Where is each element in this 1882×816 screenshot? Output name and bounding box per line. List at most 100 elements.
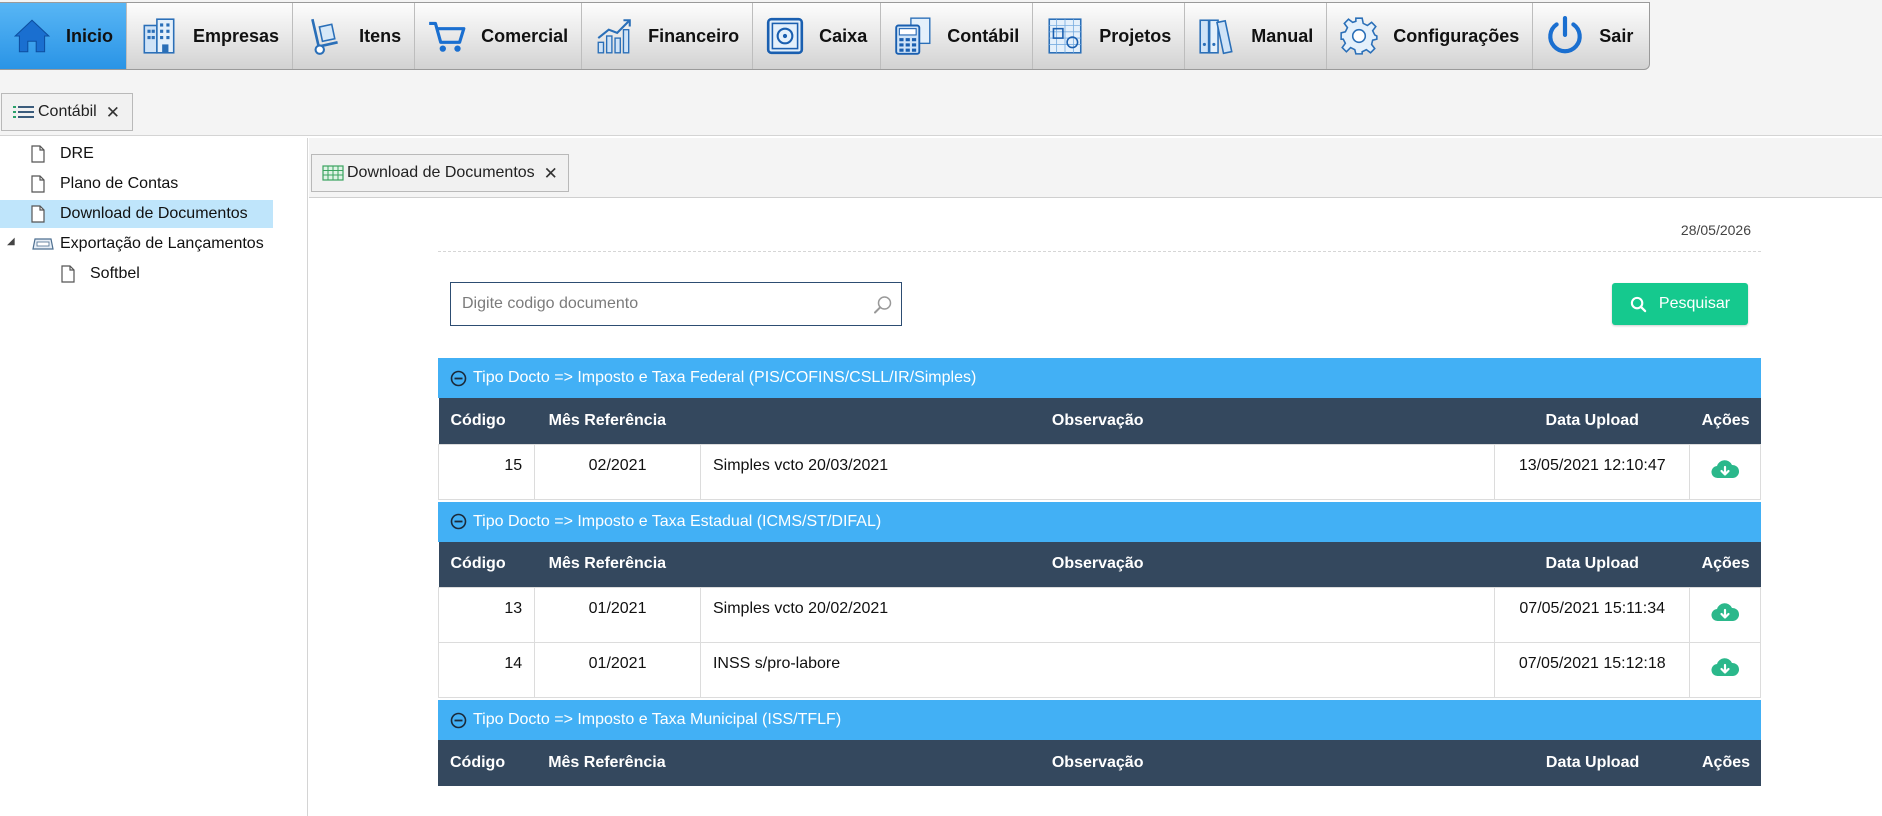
close-icon[interactable]: ✕ — [544, 165, 558, 182]
home-icon — [10, 14, 54, 58]
cloud-download-icon[interactable] — [1710, 656, 1740, 680]
bar-chart-icon — [592, 14, 636, 58]
column-header-data-upload[interactable]: Data Upload — [1495, 740, 1690, 786]
column-header-observacao[interactable]: Observação — [700, 541, 1495, 588]
search-button[interactable]: Pesquisar — [1612, 283, 1748, 325]
menu-item-projetos[interactable]: Projetos — [1033, 3, 1186, 69]
document-groups: Tipo Docto => Imposto e Taxa Federal (PI… — [437, 358, 1761, 786]
content-area: Download de Documentos ✕ 28/05/2026 Pesq… — [309, 138, 1882, 816]
tree-item-dre[interactable]: DRE — [30, 140, 100, 168]
expand-arrow-icon[interactable]: ◢ — [7, 236, 15, 247]
calculator-icon — [891, 14, 935, 58]
menu-label: Sair — [1599, 25, 1634, 46]
column-header-data-upload[interactable]: Data Upload — [1494, 398, 1690, 444]
menu-label: Financeiro — [648, 25, 740, 46]
tree-item-plano-de-contas[interactable]: Plano de Contas — [30, 170, 184, 198]
menu-item-comercial[interactable]: Comercial — [415, 3, 583, 69]
tree-item-label: Exportação de Lançamentos — [60, 235, 264, 252]
column-header-mes-referencia[interactable]: Mês Referência — [534, 740, 701, 786]
table-row[interactable]: 15 02/2021 Simples vcto 20/03/2021 13/05/20… — [437, 443, 1761, 500]
group-header[interactable]: Tipo Docto => Imposto e Taxa Estadual (I… — [438, 501, 1761, 542]
navigation-tree: DRE Plano de Contas Download de Document… — [0, 138, 308, 816]
download-button[interactable] — [1689, 443, 1761, 500]
menu-item-empresas[interactable]: Empresas — [127, 3, 294, 69]
document-icon — [31, 145, 45, 163]
column-header-acoes: Ações — [1689, 398, 1761, 444]
search-input[interactable] — [451, 283, 901, 325]
group-title: Tipo Docto => Imposto e Taxa Federal (PI… — [473, 369, 977, 386]
collapse-icon[interactable] — [450, 712, 467, 729]
tree-item-download-de-documentos[interactable]: Download de Documentos — [0, 200, 273, 228]
collapse-icon[interactable] — [450, 513, 467, 530]
tree-item-label: DRE — [60, 145, 94, 162]
group-title: Tipo Docto => Imposto e Taxa Estadual (I… — [473, 512, 882, 530]
column-header-acoes: Ações — [1690, 740, 1761, 786]
tab-contabil[interactable]: Contábil ✕ — [1, 93, 133, 131]
gear-icon — [1337, 14, 1381, 58]
menu-item-contabil[interactable]: Contábil — [881, 3, 1034, 69]
menu-label: Inicio — [66, 25, 114, 46]
menu-label: Caixa — [819, 25, 868, 46]
menu-item-itens[interactable]: Itens — [293, 3, 416, 69]
hand-truck-icon — [303, 14, 347, 58]
table-row[interactable]: 13 01/2021 Simples vcto 20/02/2021 07/05/20… — [437, 587, 1761, 643]
tab-label: Contábil — [38, 103, 97, 120]
menu-item-manual[interactable]: Manual — [1185, 3, 1328, 69]
tab-label: Download de Documentos — [347, 164, 535, 181]
menu-item-sair[interactable]: Sair — [1533, 3, 1649, 69]
download-button[interactable] — [1689, 587, 1761, 643]
cell-codigo: 13 — [437, 587, 536, 643]
column-header-observacao[interactable]: Observação — [700, 740, 1496, 786]
tree-item-softbel[interactable]: Softbel — [60, 260, 146, 288]
search-icon — [874, 296, 892, 314]
table-row[interactable]: 14 01/2021 INSS s/pro-labore 07/05/2021 15:… — [437, 642, 1761, 698]
main-menu: Inicio Empresas Itens Comercial Financei… — [0, 2, 1651, 70]
column-header-observacao[interactable]: Observação — [700, 398, 1495, 444]
menu-label: Projetos — [1099, 25, 1172, 46]
column-header-mes-referencia[interactable]: Mês Referência — [534, 398, 701, 444]
column-header-data-upload[interactable]: Data Upload — [1494, 541, 1690, 588]
tree-item-label: Softbel — [90, 265, 140, 282]
tab-download-de-documentos[interactable]: Download de Documentos ✕ — [311, 154, 569, 192]
cell-observacao: INSS s/pro-labore — [699, 642, 1496, 698]
menu-label: Configurações — [1393, 25, 1520, 46]
table-header-row: Código Mês Referência Observação Data Uploa… — [438, 740, 1761, 786]
menu-item-caixa[interactable]: Caixa — [753, 3, 882, 69]
cell-mes-referencia: 01/2021 — [534, 587, 701, 643]
cloud-download-icon[interactable] — [1710, 601, 1740, 625]
tree-item-exportacao-de-lancamentos[interactable]: Exportação de Lançamentos — [32, 230, 270, 258]
download-button[interactable] — [1689, 642, 1761, 698]
menu-item-configuracoes[interactable]: Configurações — [1327, 3, 1534, 69]
cloud-download-icon[interactable] — [1710, 458, 1740, 482]
list-icon — [13, 106, 34, 118]
outer-tab-strip: Contábil ✕ — [0, 74, 1882, 136]
cell-data-upload: 07/05/2021 15:11:34 — [1494, 587, 1691, 643]
collapse-icon[interactable] — [450, 370, 467, 387]
tree-item-label: Plano de Contas — [60, 175, 179, 192]
table-header-row: Código Mês Referência Observação Data Uploa… — [438, 541, 1761, 588]
folder-icon — [32, 238, 54, 250]
cell-mes-referencia: 02/2021 — [534, 443, 701, 500]
column-header-codigo[interactable]: Código — [438, 740, 535, 786]
menu-label: Empresas — [193, 25, 280, 46]
menu-label: Itens — [359, 25, 402, 46]
group-header[interactable]: Tipo Docto => Imposto e Taxa Federal (PI… — [438, 358, 1761, 398]
group-header[interactable]: Tipo Docto => Imposto e Taxa Municipal (… — [438, 700, 1761, 740]
close-icon[interactable]: ✕ — [106, 104, 120, 121]
shopping-cart-icon — [425, 14, 469, 58]
document-icon — [61, 265, 75, 283]
column-header-acoes: Ações — [1689, 541, 1761, 588]
binders-icon — [1195, 14, 1239, 58]
cell-data-upload: 13/05/2021 12:10:47 — [1494, 443, 1691, 500]
power-icon — [1543, 14, 1587, 58]
grid-icon — [322, 165, 344, 181]
menu-item-financeiro[interactable]: Financeiro — [582, 3, 754, 69]
column-header-codigo[interactable]: Código — [438, 398, 535, 444]
column-header-codigo[interactable]: Código — [438, 541, 535, 588]
search-button-label: Pesquisar — [1658, 295, 1731, 312]
search-icon — [1630, 296, 1647, 312]
document-icon — [31, 175, 45, 193]
menu-item-inicio[interactable]: Inicio — [0, 3, 128, 69]
column-header-mes-referencia[interactable]: Mês Referência — [534, 541, 701, 588]
search-field — [450, 282, 902, 326]
